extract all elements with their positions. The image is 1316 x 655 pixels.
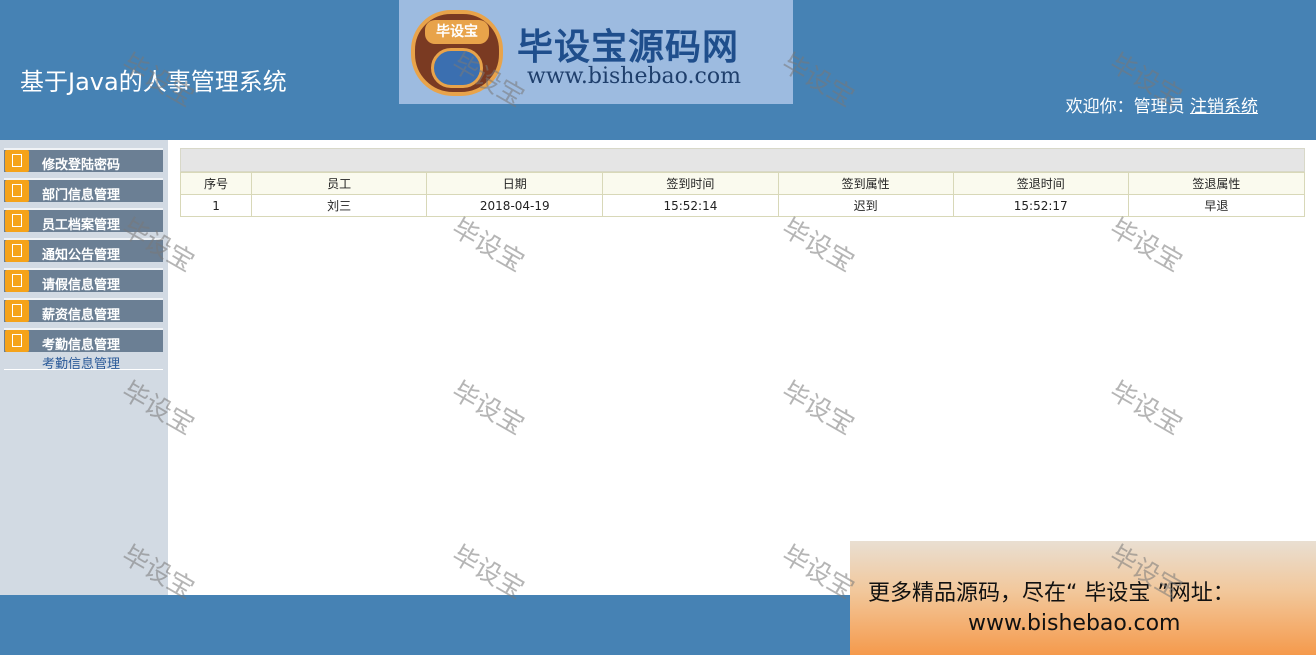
ad-url: www.bishebao.com [968, 611, 1181, 636]
sidebar-item-employees[interactable]: 员工档案管理 [4, 208, 163, 233]
sidebar-item-departments[interactable]: 部门信息管理 [4, 178, 163, 203]
attendance-table-wrap: 序号 员工 日期 签到时间 签到属性 签退时间 签退属性 1 刘三 2018-0… [179, 148, 1306, 217]
table-cell: 早退 [1127, 194, 1306, 217]
sidebar-item-leave[interactable]: 请假信息管理 [4, 268, 163, 293]
document-icon [5, 150, 29, 172]
sidebar-item-label: 考勤信息管理 [42, 338, 121, 353]
site-logo: 毕设宝 毕设宝源码网 www.bishebao.com [399, 0, 793, 104]
logo-badge-icon: 毕设宝 [411, 10, 503, 96]
sidebar: 修改登陆密码 部门信息管理 员工档案管理 通知公告管理 请假信息管理 薪资信息管… [0, 140, 168, 595]
logo-url: www.bishebao.com [527, 64, 741, 89]
sidebar-item-notices[interactable]: 通知公告管理 [4, 238, 163, 263]
main-content: 序号 员工 日期 签到时间 签到属性 签退时间 签退属性 1 刘三 2018-0… [168, 140, 1316, 595]
document-icon [5, 240, 29, 262]
logo-badge-text: 毕设宝 [425, 20, 489, 44]
app-title: 基于Java的人事管理系统 [20, 68, 287, 96]
document-icon [5, 210, 29, 232]
sidebar-item-label: 请假信息管理 [42, 278, 121, 293]
sidebar-item-label: 通知公告管理 [42, 248, 121, 263]
logo-name: 毕设宝源码网 [517, 27, 740, 68]
user-area: 欢迎你：管理员 注销系统 [1066, 92, 1258, 117]
column-header: 签到属性 [777, 172, 954, 195]
table-cell: 迟到 [777, 194, 954, 217]
document-icon [5, 270, 29, 292]
table-cell: 刘三 [251, 194, 428, 217]
column-header: 签到时间 [602, 172, 779, 195]
table-cell: 2018-04-19 [426, 194, 604, 217]
sidebar-item-label: 员工档案管理 [42, 218, 121, 233]
document-icon [5, 180, 29, 202]
table-caption-bar [180, 148, 1305, 172]
attendance-table: 序号 员工 日期 签到时间 签到属性 签退时间 签退属性 1 刘三 2018-0… [179, 172, 1306, 217]
submenu-divider [4, 369, 163, 370]
ad-banner: 更多精品源码，尽在“ 毕设宝 ”网址： www.bishebao.com [850, 541, 1316, 655]
sidebar-item-label: 部门信息管理 [42, 188, 121, 203]
welcome-text: 欢迎你：管理员 [1065, 97, 1185, 117]
document-icon [5, 330, 29, 352]
logout-link[interactable]: 注销系统 [1190, 97, 1258, 117]
sidebar-item-salary[interactable]: 薪资信息管理 [4, 298, 163, 323]
column-header: 序号 [179, 172, 253, 195]
table-cell: 15:52:14 [602, 194, 779, 217]
table-header-row: 序号 员工 日期 签到时间 签到属性 签退时间 签退属性 [179, 172, 1306, 195]
column-header: 签退属性 [1127, 172, 1306, 195]
sidebar-item-label: 薪资信息管理 [42, 308, 121, 323]
column-header: 日期 [426, 172, 604, 195]
document-icon [5, 300, 29, 322]
ad-text: 更多精品源码，尽在“ 毕设宝 ”网址： [868, 581, 1235, 606]
sidebar-item-change-password[interactable]: 修改登陆密码 [4, 148, 163, 173]
column-header: 签退时间 [952, 172, 1129, 195]
column-header: 员工 [251, 172, 428, 195]
table-cell: 15:52:17 [952, 194, 1129, 217]
sidebar-item-attendance[interactable]: 考勤信息管理 [4, 328, 163, 353]
table-row: 1 刘三 2018-04-19 15:52:14 迟到 15:52:17 早退 [179, 194, 1306, 217]
table-cell: 1 [179, 194, 253, 217]
sidebar-item-label: 修改登陆密码 [42, 158, 121, 173]
logo-face-icon [431, 48, 483, 88]
